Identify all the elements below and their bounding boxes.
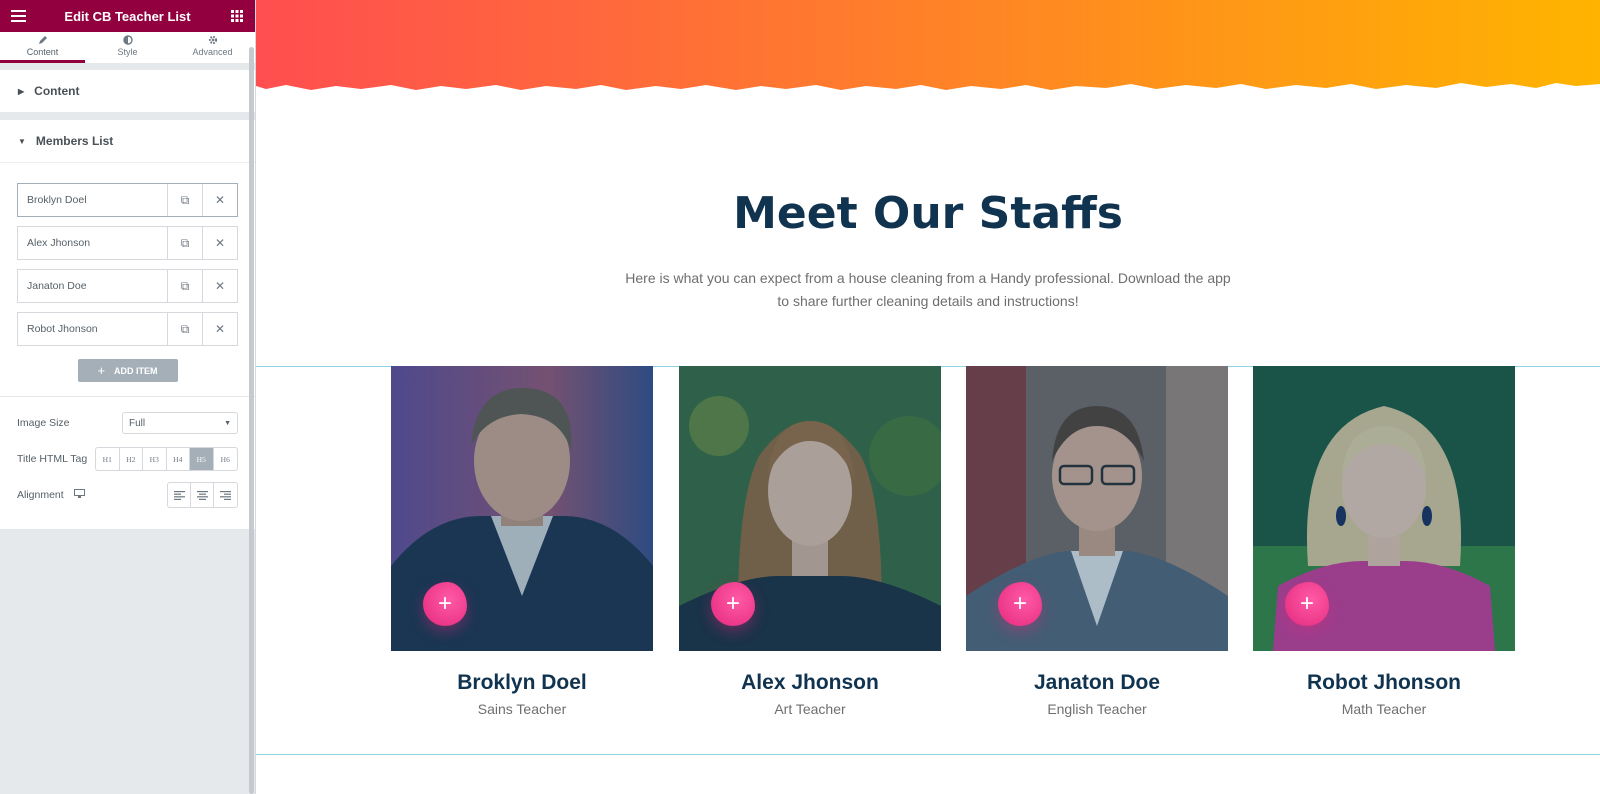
panel-tabs: Content Style Advanced (0, 32, 255, 64)
staff-card: + Alex Jhonson Art Teacher (679, 366, 941, 717)
tag-choice-h3[interactable]: H3 (143, 448, 167, 470)
repeater-item-title[interactable]: Alex Jhonson (18, 227, 167, 259)
title-tag-control: Title HTML Tag H1 H2 H3 H4 H5 H6 (17, 447, 238, 471)
divider (0, 112, 255, 120)
close-icon[interactable]: ✕ (202, 227, 237, 259)
tag-choice-h4[interactable]: H4 (167, 448, 190, 470)
staff-photo: + (391, 366, 653, 651)
widgets-grid-icon[interactable] (229, 8, 245, 24)
add-item-button[interactable]: + ADD ITEM (77, 359, 178, 382)
tag-choice-h2[interactable]: H2 (120, 448, 143, 470)
staff-photo: + (966, 366, 1228, 651)
members-section: ▼ Members List Broklyn Doel ⧉ ✕ Alex Jho… (0, 120, 255, 529)
plus-icon: + (97, 363, 106, 378)
half-circle-icon (122, 35, 133, 45)
align-left-icon[interactable] (168, 483, 191, 507)
title-tag-choices: H1 H2 H3 H4 H5 H6 (95, 447, 238, 471)
content-section-title: Content (34, 84, 80, 98)
content-section: ▶ Content (0, 70, 255, 112)
plus-icon[interactable]: + (711, 582, 755, 626)
align-center-icon[interactable] (191, 483, 214, 507)
chevron-down-icon: ▼ (224, 419, 231, 427)
torn-paper-banner (256, 0, 1600, 90)
staff-photo: + (1253, 366, 1515, 651)
members-section-title: Members List (35, 134, 114, 148)
tab-style[interactable]: Style (85, 32, 170, 63)
repeater-item-title[interactable]: Robot Jhonson (18, 313, 167, 345)
plus-icon[interactable]: + (998, 582, 1042, 626)
staff-name[interactable]: Alex Jhonson (679, 671, 941, 695)
close-icon[interactable]: ✕ (202, 313, 237, 345)
gear-icon (208, 35, 218, 45)
section-heading: Meet Our Staffs (733, 188, 1123, 239)
controls-group: Image Size Full ▼ Title HTML Tag H1 H2 H… (0, 396, 255, 529)
tab-advanced[interactable]: Advanced (170, 32, 255, 63)
tag-choice-h5[interactable]: H5 (190, 448, 214, 470)
staff-name[interactable]: Broklyn Doel (391, 671, 653, 695)
caret-right-icon: ▶ (18, 86, 25, 96)
hamburger-menu-icon[interactable] (10, 8, 26, 24)
section-divider-bottom (256, 754, 1600, 755)
add-item-label: ADD ITEM (114, 365, 158, 376)
repeater-item: Robot Jhonson ⧉ ✕ (17, 312, 238, 346)
tab-content[interactable]: Content (0, 32, 85, 63)
alignment-label-wrap: Alignment (17, 489, 85, 501)
image-size-select[interactable]: Full ▼ (122, 412, 238, 434)
duplicate-icon[interactable]: ⧉ (167, 227, 202, 259)
panel-scrollbar[interactable] (249, 47, 254, 794)
align-right-icon[interactable] (214, 483, 237, 507)
desktop-icon[interactable] (73, 489, 85, 501)
duplicate-icon[interactable]: ⧉ (167, 184, 202, 216)
tab-advanced-label: Advanced (192, 47, 233, 57)
repeater-item: Broklyn Doel ⧉ ✕ (17, 183, 238, 217)
tag-choice-h6[interactable]: H6 (214, 448, 238, 470)
duplicate-icon[interactable]: ⧉ (167, 270, 202, 302)
image-size-label: Image Size (17, 417, 70, 429)
page-preview: Meet Our Staffs Here is what you can exp… (256, 0, 1600, 794)
staff-card: + Janaton Doe English Teacher (966, 366, 1228, 717)
image-size-value: Full (129, 417, 146, 429)
alignment-label: Alignment (17, 489, 64, 501)
repeater-item: Alex Jhonson ⧉ ✕ (17, 226, 238, 260)
staff-name[interactable]: Janaton Doe (966, 671, 1228, 695)
members-section-toggle[interactable]: ▼ Members List (0, 120, 255, 162)
tab-content-label: Content (26, 47, 59, 57)
close-icon[interactable]: ✕ (202, 270, 237, 302)
tab-style-label: Style (117, 47, 138, 57)
staff-role: Math Teacher (1341, 701, 1427, 717)
image-size-control: Image Size Full ▼ (17, 411, 238, 435)
panel-header: Edit CB Teacher List (0, 0, 255, 32)
staff-role: Art Teacher (774, 701, 846, 717)
duplicate-icon[interactable]: ⧉ (167, 313, 202, 345)
plus-icon[interactable]: + (1285, 582, 1329, 626)
pencil-icon (38, 35, 48, 45)
repeater-item-title[interactable]: Janaton Doe (18, 270, 167, 302)
caret-down-icon: ▼ (18, 136, 26, 146)
repeater-list: Broklyn Doel ⧉ ✕ Alex Jhonson ⧉ ✕ Janato… (0, 162, 255, 396)
staff-role: Sains Teacher (477, 701, 567, 717)
repeater-item-title[interactable]: Broklyn Doel (18, 184, 167, 216)
section-subtext: Here is what you can expect from a house… (625, 270, 1231, 309)
staff-card: + Broklyn Doel Sains Teacher (391, 366, 653, 717)
alignment-control: Alignment (17, 482, 238, 508)
staff-name[interactable]: Robot Jhonson (1253, 671, 1515, 695)
editor-panel: Edit CB Teacher List Content Style Advan… (0, 0, 256, 794)
title-tag-label: Title HTML Tag (17, 453, 88, 465)
add-item-wrap: + ADD ITEM (17, 355, 238, 382)
close-icon[interactable]: ✕ (202, 184, 237, 216)
alignment-choices (167, 482, 238, 508)
staff-card: + Robot Jhonson Math Teacher (1253, 366, 1515, 717)
staff-photo: + (679, 366, 941, 651)
content-section-toggle[interactable]: ▶ Content (0, 70, 255, 112)
staff-role: English Teacher (1047, 701, 1147, 717)
plus-icon[interactable]: + (423, 582, 467, 626)
panel-title: Edit CB Teacher List (64, 8, 191, 24)
repeater-item: Janaton Doe ⧉ ✕ (17, 269, 238, 303)
tag-choice-h1[interactable]: H1 (96, 448, 120, 470)
